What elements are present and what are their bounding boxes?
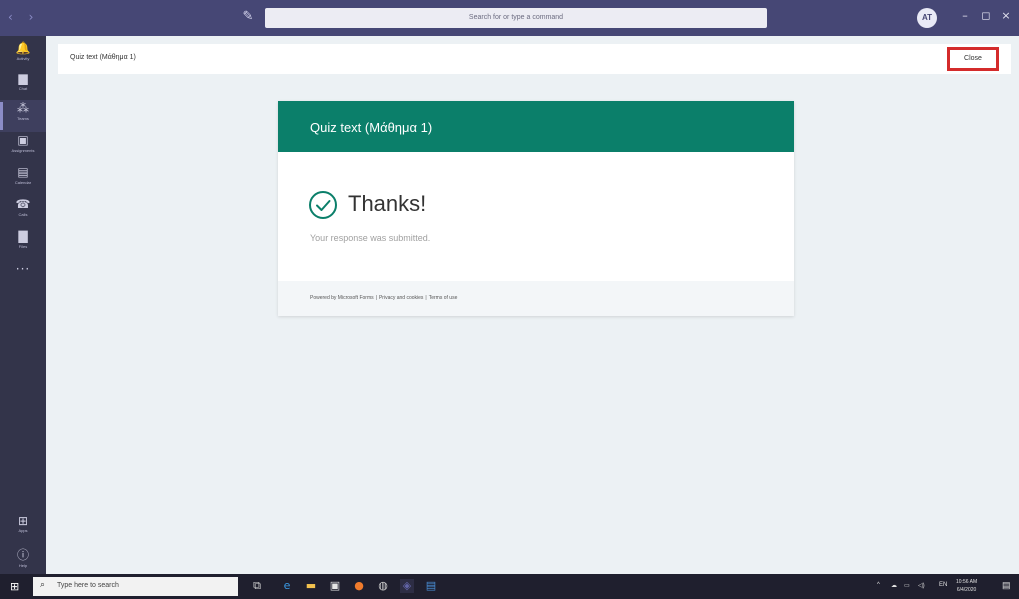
check-circle-icon (309, 191, 337, 219)
teams-taskbar-icon[interactable]: ◈ (400, 579, 414, 593)
network-icon[interactable]: ▭ (904, 582, 910, 589)
form-confirmation-card: Quiz text (Μάθημα 1) Thanks! Your respon… (278, 101, 794, 316)
rail-item-calendar[interactable]: ▤ Calendar (0, 164, 46, 196)
app-window-icon[interactable]: ▤ (424, 579, 438, 593)
phone-icon: ☎ (15, 197, 31, 211)
rail-item-help[interactable]: ⓘ Help (0, 546, 46, 568)
folder-icon[interactable]: ▬ (304, 579, 318, 593)
windows-taskbar: ⊞ ⌕ Type here to search ⧉ e ▬ ▣ ● ◍ ◈ ▤ … (0, 574, 1019, 599)
rail-item-label: Help (18, 563, 28, 568)
chat-icon: ▆ (18, 71, 28, 85)
card-footer: Powered by Microsoft Forms | Privacy and c… (278, 281, 794, 316)
clock-date: 6/4/2020 (956, 587, 977, 593)
apps-icon: ⊞ (17, 514, 29, 528)
footer-links: Powered by Microsoft Forms | Privacy and c… (310, 295, 458, 301)
rail-item-files[interactable]: ▇ Files (0, 228, 46, 260)
search-icon: ⌕ (40, 580, 46, 590)
app-icon[interactable]: ◍ (376, 579, 390, 593)
maximize-icon[interactable]: ◻ (978, 9, 994, 22)
tray-chevron-icon[interactable]: ^ (877, 582, 880, 588)
assignments-icon: ▣ (17, 133, 29, 147)
terms-link[interactable]: Terms of use (429, 295, 458, 301)
window-close-icon[interactable]: × (998, 9, 1014, 22)
card-header: Quiz text (Μάθημα 1) (278, 101, 794, 152)
task-view-icon[interactable]: ⧉ (250, 579, 264, 593)
calendar-icon: ▤ (17, 165, 29, 179)
response-message: Your response was submitted. (310, 233, 431, 243)
rail-item-chat[interactable]: ▆ Chat (0, 70, 46, 102)
more-apps-icon[interactable]: ··· (0, 262, 46, 276)
cloud-icon[interactable]: ☁ (891, 582, 897, 589)
thanks-heading: Thanks! (348, 191, 427, 216)
rail-item-assignments[interactable]: ▣ Assignments (0, 132, 46, 164)
firefox-icon[interactable]: ● (352, 579, 366, 593)
taskbar-search-input[interactable]: ⌕ Type here to search (33, 577, 238, 596)
minimize-icon[interactable]: – (957, 9, 973, 22)
rail-item-label: Calls (18, 212, 28, 217)
help-icon: ⓘ (16, 548, 29, 562)
bell-icon: 🔔 (15, 41, 31, 55)
taskbar-clock[interactable]: 10:56 AM 6/4/2020 (956, 578, 977, 594)
rail-item-label: Chat (18, 86, 28, 91)
rail-item-calls[interactable]: ☎ Calls (0, 196, 46, 228)
close-button[interactable]: Close (947, 47, 999, 71)
rail-item-label: Files (18, 244, 28, 249)
teams-icon: ⁂ (17, 101, 29, 115)
compose-icon[interactable]: ✎ (240, 9, 256, 25)
content-header: Quiz text (Μάθημα 1) Close (58, 44, 1011, 74)
rail-item-teams[interactable]: ⁂ Teams (0, 100, 46, 132)
windows-start-icon[interactable]: ⊞ (10, 580, 23, 593)
rail-item-label: Calendar (14, 180, 32, 185)
form-title: Quiz text (Μάθημα 1) (310, 120, 433, 135)
search-input[interactable]: Search for or type a command (265, 8, 767, 28)
file-icon: ▇ (18, 229, 28, 243)
notification-icon[interactable]: ▤ (1002, 580, 1011, 591)
powered-by-text: Powered by Microsoft Forms (310, 295, 374, 301)
taskbar-search-placeholder: Type here to search (57, 582, 119, 589)
app-rail: 🔔 Activity ▆ Chat ⁂ Teams ▣ Assignments … (0, 36, 46, 574)
title-bar: ‹ › ✎ Search for or type a command AT – … (0, 0, 1019, 36)
rail-item-label: Teams (17, 116, 29, 121)
rail-item-activity[interactable]: 🔔 Activity (0, 40, 46, 72)
page-title: Quiz text (Μάθημα 1) (70, 54, 136, 61)
rail-item-apps[interactable]: ⊞ Apps (0, 514, 46, 533)
volume-icon[interactable]: ◁) (918, 582, 925, 589)
rail-item-label: Assignments (11, 148, 35, 153)
store-icon[interactable]: ▣ (328, 579, 342, 593)
main-content: Quiz text (Μάθημα 1) Close Quiz text (Μά… (46, 36, 1019, 574)
rail-item-label: Activity (16, 56, 30, 61)
clock-time: 10:56 AM (956, 579, 978, 585)
back-forward-arrows[interactable]: ‹ › (8, 10, 39, 24)
privacy-link[interactable]: Privacy and cookies (379, 295, 423, 301)
rail-item-label: Apps (18, 528, 28, 533)
avatar[interactable]: AT (917, 8, 937, 28)
edge-icon[interactable]: e (280, 579, 294, 593)
language-indicator[interactable]: EN (939, 582, 947, 588)
